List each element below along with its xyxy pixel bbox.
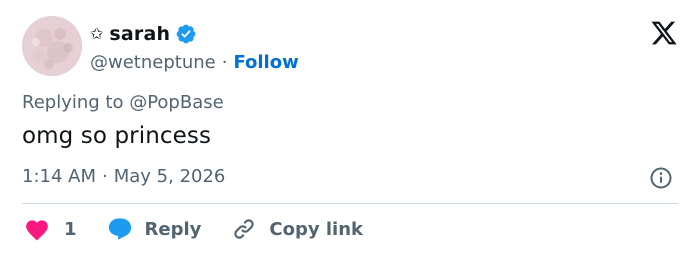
verified-badge-icon [175, 23, 197, 45]
tweet-embed-card: ✩ sarah @wetneptune · Follow Replying to… [0, 0, 700, 256]
tweet-date: May 5, 2026 [113, 166, 226, 187]
link-icon [231, 216, 257, 242]
reply-button[interactable]: Reply [107, 216, 202, 242]
like-button[interactable]: 1 [24, 217, 77, 241]
divider [22, 203, 678, 204]
copy-link-button[interactable]: Copy link [231, 216, 363, 242]
star-symbol: ✩ [90, 24, 104, 43]
author-name-row: ✩ sarah [90, 22, 299, 46]
reply-label: Reply [144, 218, 202, 240]
speech-bubble-icon [107, 216, 133, 242]
copy-link-label: Copy link [269, 218, 363, 240]
tweet-text: omg so princess [22, 123, 212, 149]
display-name[interactable]: sarah [109, 23, 170, 45]
replying-to-text: Replying to @PopBase [22, 92, 224, 113]
avatar[interactable] [22, 16, 82, 76]
follow-link[interactable]: Follow [233, 52, 298, 73]
x-logo-icon[interactable] [650, 19, 678, 47]
timestamp[interactable]: 1:14 AM · May 5, 2026 [22, 166, 225, 187]
separator-dot: · [221, 51, 228, 73]
tweet-time: 1:14 AM [22, 166, 96, 187]
author-block: ✩ sarah @wetneptune · Follow [90, 22, 299, 76]
moon-avatar-image [22, 16, 82, 76]
like-count: 1 [64, 218, 77, 240]
author-handle[interactable]: @wetneptune [90, 52, 216, 73]
heart-icon [24, 217, 50, 241]
action-bar: 1 Reply Copy link [24, 215, 363, 243]
separator-dot: · [102, 166, 108, 187]
info-icon[interactable] [649, 166, 673, 190]
handle-row: @wetneptune · Follow [90, 48, 299, 76]
